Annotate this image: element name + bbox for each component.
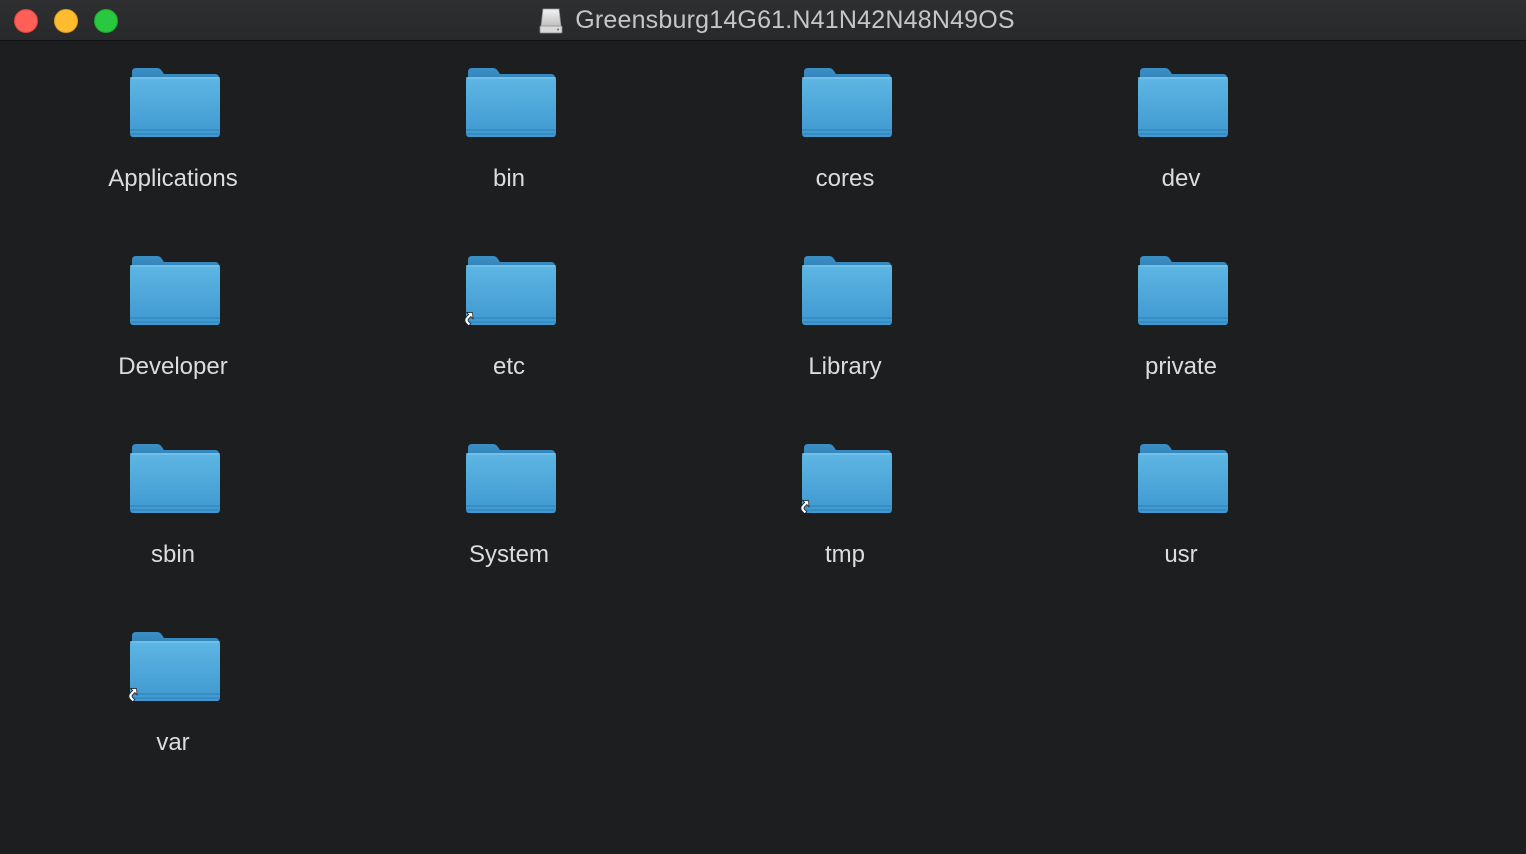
folder-icon [1138, 256, 1228, 325]
folder-label: var [156, 729, 190, 756]
title-bar[interactable]: Greensburg14G61.N41N42N48N49OS [0, 0, 1526, 41]
folder-item-library[interactable]: Library [724, 254, 966, 442]
folder-item-usr[interactable]: usr [1060, 442, 1302, 630]
folder-item-dev[interactable]: dev [1060, 66, 1302, 254]
close-button[interactable] [14, 9, 38, 33]
folder-label: System [468, 541, 549, 568]
folder-icon [466, 256, 556, 325]
folder-label: usr [1164, 541, 1198, 568]
folder-icon [466, 68, 556, 137]
folder-label: private [1144, 353, 1218, 380]
folder-label: Library [808, 353, 882, 380]
folder-item-sbin[interactable]: sbin [52, 442, 294, 630]
window-title-area: Greensburg14G61.N41N42N48N49OS [0, 0, 1526, 41]
folder-label: bin [492, 165, 526, 192]
finder-window: Greensburg14G61.N41N42N48N49OS Applicati… [0, 0, 1526, 854]
folder-label: etc [492, 353, 525, 380]
folder-item-system[interactable]: System [388, 442, 630, 630]
folder-icon [130, 256, 220, 325]
folder-label: Developer [118, 353, 228, 380]
folder-item-private[interactable]: private [1060, 254, 1302, 442]
folder-icon [1138, 444, 1228, 513]
folder-icon [466, 444, 556, 513]
alias-arrow-icon [128, 687, 138, 702]
folder-icon [130, 68, 220, 137]
folder-label: sbin [150, 541, 196, 568]
internal-drive-icon [539, 8, 563, 33]
folder-icon [802, 444, 892, 513]
folder-label: cores [815, 165, 875, 192]
alias-arrow-icon [464, 311, 474, 326]
icon-view[interactable]: Applications bin cores dev Developer etc… [0, 42, 1526, 854]
folder-icon [130, 444, 220, 513]
folder-item-etc[interactable]: etc [388, 254, 630, 442]
folder-icon [1138, 68, 1228, 137]
minimize-button[interactable] [54, 9, 78, 33]
zoom-button[interactable] [94, 9, 118, 33]
folder-item-cores[interactable]: cores [724, 66, 966, 254]
alias-arrow-icon [800, 499, 810, 514]
folder-icon [802, 68, 892, 137]
folder-icon [130, 632, 220, 701]
folder-label: dev [1161, 165, 1201, 192]
folder-item-bin[interactable]: bin [388, 66, 630, 254]
folder-grid: Applications bin cores dev Developer etc… [52, 66, 1302, 818]
folder-label: Applications [108, 165, 238, 192]
folder-icon [802, 256, 892, 325]
folder-item-var[interactable]: var [52, 630, 294, 818]
folder-item-tmp[interactable]: tmp [724, 442, 966, 630]
folder-label: tmp [824, 541, 865, 568]
window-title: Greensburg14G61.N41N42N48N49OS [575, 6, 1015, 34]
folder-item-applications[interactable]: Applications [52, 66, 294, 254]
folder-item-developer[interactable]: Developer [52, 254, 294, 442]
